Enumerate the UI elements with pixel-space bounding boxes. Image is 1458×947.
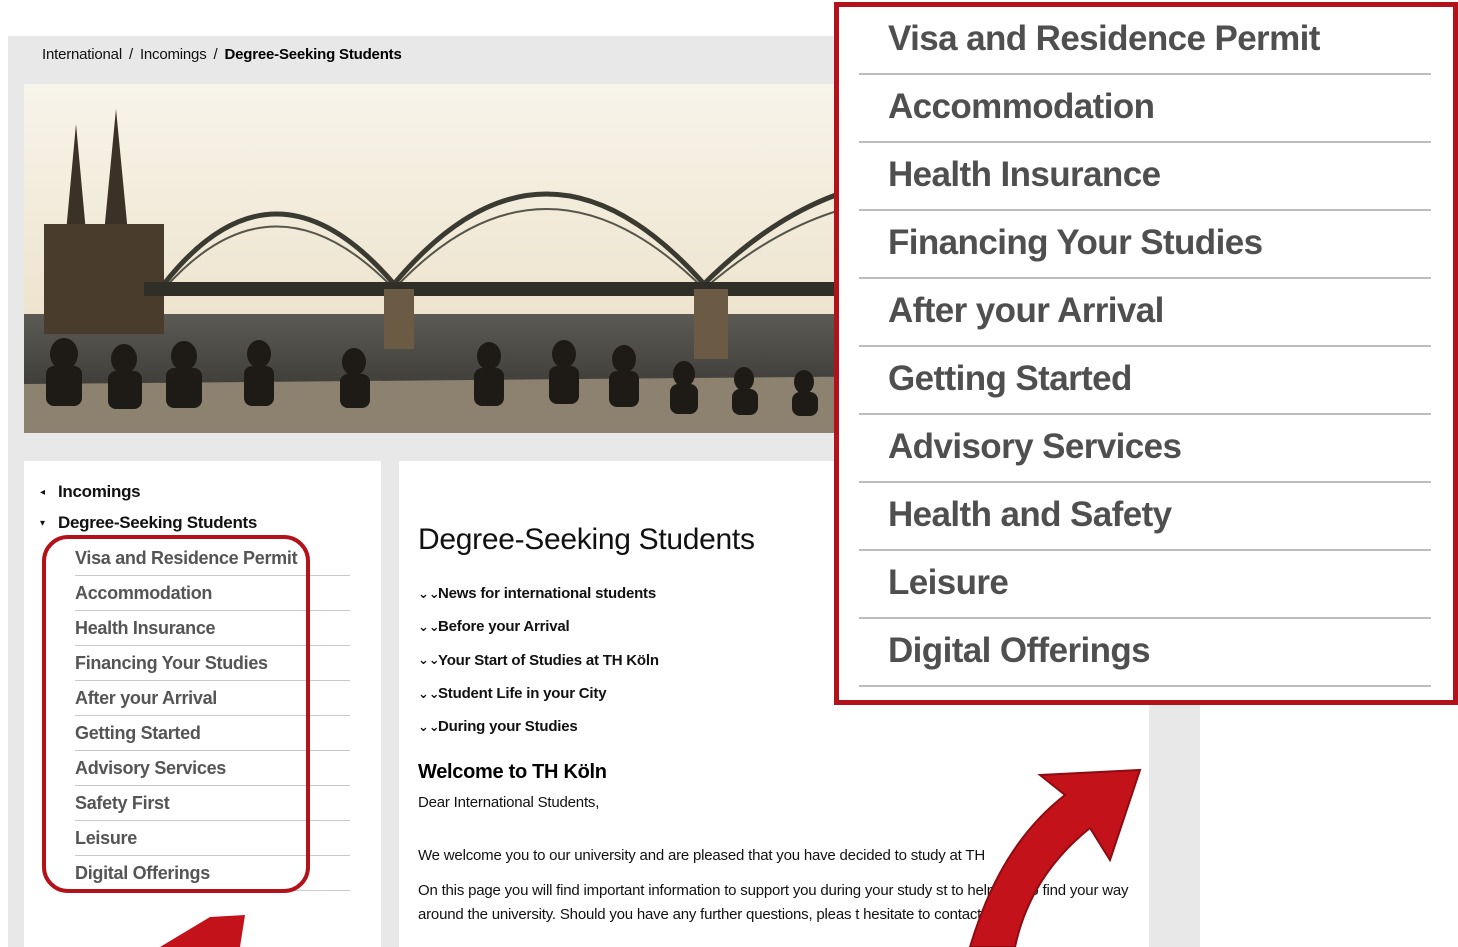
breadcrumb: International / Incomings / Degree-Seeking S… [42,46,402,63]
jump-link-student-life[interactable]: ⌄⌄ Student Life in your City [418,677,659,710]
page-title: Degree-Seeking Students [418,523,755,556]
jump-link-start-of-studies[interactable]: ⌄⌄ Your Start of Studies at TH Köln [418,644,659,677]
nav-active-label: Degree-Seeking Students [58,513,258,532]
double-chevron-down-icon: ⌄⌄ [418,685,440,701]
double-chevron-down-icon: ⌄⌄ [418,718,440,734]
jump-link-before-arrival[interactable]: ⌄⌄ Before your Arrival [418,610,659,643]
double-chevron-down-icon: ⌄⌄ [418,652,440,668]
breadcrumb-separator: / [213,46,218,63]
zoom-nav-list: Visa and Residence Permit Accommodation … [859,7,1431,687]
highlight-box [42,535,310,893]
jump-link-list: ⌄⌄ News for international students ⌄⌄ Befo… [418,577,659,743]
zoom-item-health-safety[interactable]: Health and Safety [859,483,1431,551]
zoom-callout-panel: Visa and Residence Permit Accommodation … [834,2,1458,705]
red-arrow-icon [968,768,1142,947]
nav-active-degree-seeking[interactable]: ▾ Degree-Seeking Students [40,513,257,533]
jump-link-label: Your Start of Studies at TH Köln [438,651,659,669]
zoom-item-leisure[interactable]: Leisure [859,551,1431,619]
double-chevron-down-icon: ⌄⌄ [418,618,440,634]
zoom-item-visa[interactable]: Visa and Residence Permit [859,7,1431,75]
jump-link-label: During your Studies [438,718,578,736]
caret-left-icon: ◂ [40,486,45,498]
jump-link-news[interactable]: ⌄⌄ News for international students [418,577,659,610]
double-chevron-down-icon: ⌄⌄ [418,585,440,601]
breadcrumb-international[interactable]: International [42,46,122,63]
jump-link-label: News for international students [438,585,656,603]
zoom-item-after-arrival[interactable]: After your Arrival [859,279,1431,347]
zoom-item-getting-started[interactable]: Getting Started [859,347,1431,415]
jump-link-during-studies[interactable]: ⌄⌄ During your Studies [418,710,659,743]
nav-parent-incomings[interactable]: ◂ Incomings [40,482,141,502]
breadcrumb-current: Degree-Seeking Students [224,46,402,63]
red-arrow-small-icon [160,915,245,947]
breadcrumb-separator: / [128,46,133,63]
zoom-item-advisory[interactable]: Advisory Services [859,415,1431,483]
caret-down-icon: ▾ [40,517,45,529]
zoom-item-accommodation[interactable]: Accommodation [859,75,1431,143]
jump-link-label: Student Life in your City [438,685,607,703]
zoom-item-financing[interactable]: Financing Your Studies [859,211,1431,279]
welcome-heading: Welcome to TH Köln [418,761,607,783]
breadcrumb-incomings[interactable]: Incomings [140,46,207,63]
zoom-item-health-insurance[interactable]: Health Insurance [859,143,1431,211]
zoom-item-digital[interactable]: Digital Offerings [859,619,1431,687]
jump-link-label: Before your Arrival [438,618,570,636]
nav-parent-label: Incomings [58,482,141,501]
